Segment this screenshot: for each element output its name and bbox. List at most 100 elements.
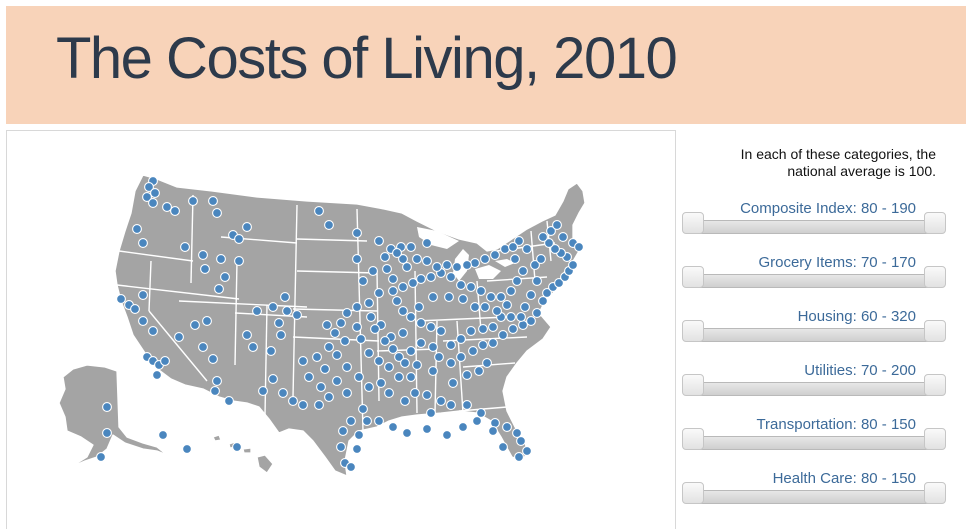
city-marker[interactable]: [160, 356, 170, 366]
city-marker[interactable]: [220, 272, 230, 282]
city-marker[interactable]: [252, 306, 262, 316]
city-marker[interactable]: [352, 228, 362, 238]
city-marker[interactable]: [212, 208, 222, 218]
city-marker[interactable]: [428, 366, 438, 376]
city-marker[interactable]: [336, 442, 346, 452]
city-marker[interactable]: [422, 424, 432, 434]
city-marker[interactable]: [268, 302, 278, 312]
city-marker[interactable]: [462, 260, 472, 270]
composite-index-max-handle[interactable]: [924, 212, 946, 234]
city-marker[interactable]: [322, 320, 332, 330]
city-marker[interactable]: [472, 416, 482, 426]
city-marker[interactable]: [446, 340, 456, 350]
city-marker[interactable]: [552, 220, 562, 230]
city-marker[interactable]: [358, 404, 368, 414]
city-marker[interactable]: [182, 444, 192, 454]
city-marker[interactable]: [234, 256, 244, 266]
city-marker[interactable]: [512, 276, 522, 286]
city-marker[interactable]: [478, 324, 488, 334]
city-marker[interactable]: [508, 324, 518, 334]
city-marker[interactable]: [432, 262, 442, 272]
city-marker[interactable]: [406, 242, 416, 252]
city-marker[interactable]: [282, 306, 292, 316]
city-marker[interactable]: [526, 316, 536, 326]
composite-index-min-handle[interactable]: [682, 212, 704, 234]
composite-index-slider-track[interactable]: [696, 220, 934, 234]
city-marker[interactable]: [276, 330, 286, 340]
city-marker[interactable]: [314, 400, 324, 410]
city-marker[interactable]: [400, 396, 410, 406]
city-marker[interactable]: [138, 316, 148, 326]
city-marker[interactable]: [312, 352, 322, 362]
city-marker[interactable]: [498, 330, 508, 340]
city-marker[interactable]: [402, 428, 412, 438]
city-marker[interactable]: [514, 452, 524, 462]
city-marker[interactable]: [358, 276, 368, 286]
city-marker[interactable]: [522, 244, 532, 254]
city-marker[interactable]: [436, 396, 446, 406]
city-marker[interactable]: [384, 388, 394, 398]
city-marker[interactable]: [426, 408, 436, 418]
city-marker[interactable]: [508, 242, 518, 252]
city-marker[interactable]: [388, 344, 398, 354]
city-marker[interactable]: [368, 266, 378, 276]
city-marker[interactable]: [392, 296, 402, 306]
city-marker[interactable]: [442, 430, 452, 440]
city-marker[interactable]: [426, 272, 436, 282]
city-marker[interactable]: [516, 436, 526, 446]
city-marker[interactable]: [354, 372, 364, 382]
city-marker[interactable]: [492, 306, 502, 316]
city-marker[interactable]: [268, 374, 278, 384]
health-care-slider-track[interactable]: [696, 490, 934, 504]
city-marker[interactable]: [448, 378, 458, 388]
city-marker[interactable]: [370, 324, 380, 334]
city-marker[interactable]: [338, 426, 348, 436]
city-marker[interactable]: [336, 318, 346, 328]
city-marker[interactable]: [188, 196, 198, 206]
city-marker[interactable]: [242, 330, 252, 340]
city-marker[interactable]: [200, 264, 210, 274]
city-marker[interactable]: [298, 400, 308, 410]
city-marker[interactable]: [242, 222, 252, 232]
health-care-min-handle[interactable]: [682, 482, 704, 504]
city-marker[interactable]: [480, 254, 490, 264]
grocery-items-min-handle[interactable]: [682, 266, 704, 288]
city-marker[interactable]: [416, 338, 426, 348]
city-marker[interactable]: [532, 276, 542, 286]
city-marker[interactable]: [428, 292, 438, 302]
city-marker[interactable]: [274, 318, 284, 328]
city-marker[interactable]: [416, 274, 426, 284]
city-marker[interactable]: [500, 244, 510, 254]
city-marker[interactable]: [392, 248, 402, 258]
city-marker[interactable]: [446, 358, 456, 368]
city-marker[interactable]: [342, 308, 352, 318]
city-marker[interactable]: [346, 416, 356, 426]
city-marker[interactable]: [354, 430, 364, 440]
utilities-max-handle[interactable]: [924, 374, 946, 396]
city-marker[interactable]: [516, 312, 526, 322]
city-marker[interactable]: [138, 290, 148, 300]
city-marker[interactable]: [232, 442, 242, 452]
utilities-min-handle[interactable]: [682, 374, 704, 396]
city-marker[interactable]: [158, 430, 168, 440]
city-marker[interactable]: [428, 342, 438, 352]
city-marker[interactable]: [478, 340, 488, 350]
city-marker[interactable]: [520, 302, 530, 312]
city-marker[interactable]: [214, 284, 224, 294]
city-marker[interactable]: [532, 308, 542, 318]
city-marker[interactable]: [388, 286, 398, 296]
city-marker[interactable]: [330, 328, 340, 338]
city-marker[interactable]: [456, 334, 466, 344]
city-marker[interactable]: [490, 418, 500, 428]
city-marker[interactable]: [476, 408, 486, 418]
city-marker[interactable]: [116, 294, 126, 304]
city-marker[interactable]: [258, 386, 268, 396]
city-marker[interactable]: [474, 366, 484, 376]
city-marker[interactable]: [496, 292, 506, 302]
city-marker[interactable]: [174, 332, 184, 342]
city-marker[interactable]: [400, 358, 410, 368]
city-marker[interactable]: [480, 302, 490, 312]
city-marker[interactable]: [288, 396, 298, 406]
grocery-items-slider-track[interactable]: [696, 274, 934, 288]
city-marker[interactable]: [198, 250, 208, 260]
